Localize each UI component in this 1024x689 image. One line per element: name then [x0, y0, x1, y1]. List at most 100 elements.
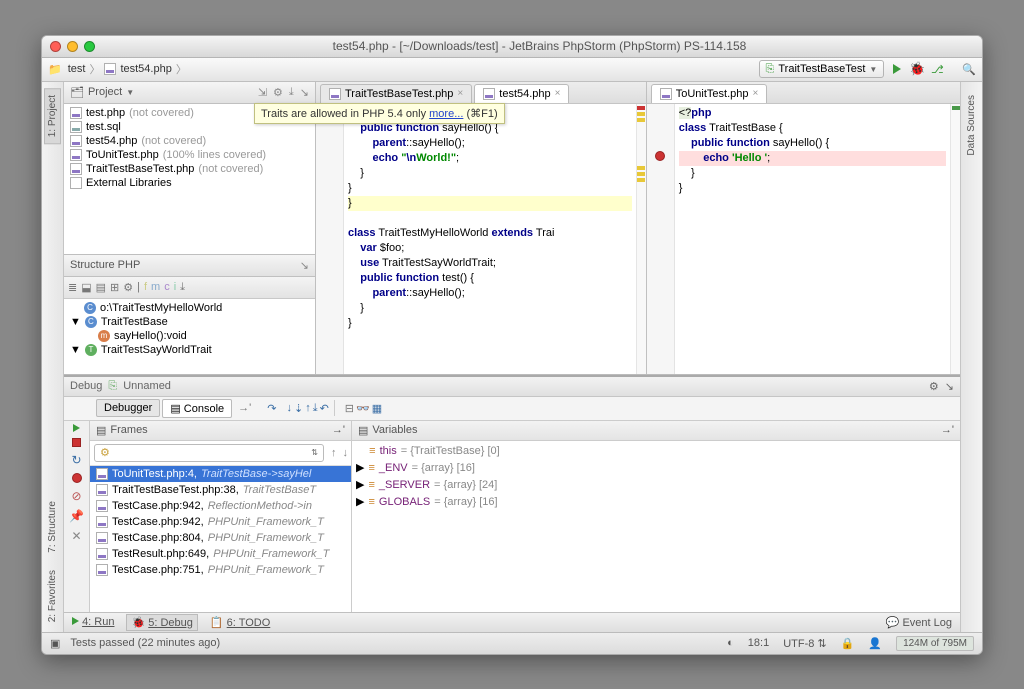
variable-row[interactable]: ▶ ≡ GLOBALS = {array} [16]	[356, 494, 956, 511]
stack-frame[interactable]: TestCase.php:942, ReflectionMethod->in	[90, 498, 351, 514]
debug-button[interactable]: 🐞	[910, 62, 924, 76]
code-area-right[interactable]: <?phpclass TraitTestBase { public functi…	[647, 104, 960, 374]
close-window-button[interactable]	[50, 41, 61, 52]
caret-position[interactable]: 18:1	[748, 637, 769, 649]
memory-indicator[interactable]: 124M of 795M	[896, 636, 974, 651]
gear-icon[interactable]: ⚙	[929, 380, 939, 393]
structure-item[interactable]: ▼ T TraitTestSayWorldTrait	[64, 343, 315, 357]
run-coverage-button[interactable]: ⎇	[930, 62, 944, 76]
tab-debugger[interactable]: Debugger	[96, 399, 160, 417]
close-tab-icon[interactable]: ×	[457, 88, 463, 99]
more-icon[interactable]: →'	[332, 424, 345, 436]
close-icon[interactable]: ✕	[71, 529, 81, 543]
close-tab-icon[interactable]: ×	[753, 88, 759, 99]
tab-debug[interactable]: 🐞 5: Debug	[126, 614, 197, 631]
search-icon[interactable]: 🔍	[962, 63, 976, 76]
step-over-icon[interactable]: ↷	[267, 402, 276, 415]
collapse-icon[interactable]: ⇲	[258, 86, 267, 99]
run-button[interactable]	[890, 62, 904, 76]
gutter-right[interactable]	[647, 104, 675, 374]
tool-tab-structure[interactable]: 7: Structure	[44, 494, 61, 560]
group-icon[interactable]: ⊞	[110, 281, 119, 294]
stack-frame[interactable]: TraitTestBaseTest.php:38, TraitTestBaseT	[90, 482, 351, 498]
breadcrumb-file[interactable]: test54.php	[120, 63, 171, 75]
stack-frame[interactable]: TestResult.php:649, PHPUnit_Framework_T	[90, 546, 351, 562]
breadcrumb[interactable]: test 〉 test54.php 〉	[68, 61, 187, 77]
variable-row[interactable]: ≡ this = {TraitTestBase} [0]	[356, 443, 956, 460]
gear-icon[interactable]: ⚙	[123, 281, 133, 294]
view-breakpoints-icon[interactable]	[72, 473, 82, 483]
bg-tasks-icon[interactable]: ◐	[727, 637, 734, 649]
evaluate-icon[interactable]: ⊟	[345, 402, 354, 415]
more-icon[interactable]: →'	[234, 402, 255, 414]
project-file[interactable]: TraitTestBaseTest.php (not covered)	[64, 162, 315, 176]
run-config-selector[interactable]: ⎘ TraitTestBaseTest ▼	[759, 60, 885, 78]
step-out-icon[interactable]: ↑	[305, 402, 311, 414]
stack-frame[interactable]: TestCase.php:804, PHPUnit_Framework_T	[90, 530, 351, 546]
lock-icon[interactable]: 🔒	[841, 637, 855, 650]
show-methods-icon[interactable]: m	[151, 281, 160, 293]
step-into-icon[interactable]: ↓	[286, 402, 292, 414]
project-tree[interactable]: test.php (not covered)test.sql test54.ph…	[64, 104, 315, 254]
filter-icon[interactable]: ⬓	[81, 281, 91, 294]
editor-tab[interactable]: TraitTestBaseTest.php×	[320, 84, 472, 103]
watches-icon[interactable]: 👓	[356, 402, 370, 415]
gutter-left[interactable]	[316, 104, 344, 374]
tool-tab-project[interactable]: 1: Project	[44, 88, 61, 144]
hide-icon[interactable]: ↘	[300, 86, 309, 99]
drop-frame-icon[interactable]: ↶	[320, 402, 329, 415]
show-consts-icon[interactable]: c	[164, 281, 170, 293]
project-file[interactable]: ToUnitTest.php (100% lines covered)	[64, 148, 315, 162]
show-fields-icon[interactable]: f	[144, 281, 147, 293]
hector-icon[interactable]: 👤	[868, 637, 882, 650]
next-frame-icon[interactable]: ↓	[340, 447, 352, 459]
expand-icon[interactable]: ▤	[96, 281, 106, 294]
structure-item[interactable]: ▼ C TraitTestBase	[64, 315, 315, 329]
variable-row[interactable]: ▶ ≡ _ENV = {array} [16]	[356, 460, 956, 477]
more-icon[interactable]: →'	[941, 424, 954, 436]
hide-icon[interactable]: ↘	[300, 259, 309, 272]
pin-icon[interactable]: 📌	[69, 509, 84, 523]
autoscroll-icon[interactable]: ⤓	[289, 86, 294, 99]
rerun-icon[interactable]: ↻	[71, 453, 81, 467]
autoscroll-icon[interactable]: ⤓	[180, 281, 185, 294]
structure-item[interactable]: m sayHello():void	[64, 329, 315, 343]
stack-frame[interactable]: TestCase.php:751, PHPUnit_Framework_T	[90, 562, 351, 578]
mute-breakpoints-icon[interactable]: ⊘	[71, 489, 81, 503]
variables-list[interactable]: ≡ this = {TraitTestBase} [0]▶ ≡ _ENV = {…	[352, 441, 960, 612]
tab-todo[interactable]: 📋 6: TODO	[210, 616, 270, 629]
chevron-down-icon[interactable]: ▼	[126, 88, 134, 97]
thread-selector[interactable]: ⚙ ⇅	[94, 444, 324, 462]
force-step-into-icon[interactable]: ⇣	[294, 402, 303, 415]
stop-icon[interactable]	[72, 438, 81, 447]
tab-console[interactable]: ▤ Console	[162, 399, 232, 418]
structure-item[interactable]: C o:\TraitTestMyHelloWorld	[64, 301, 315, 315]
settings-icon[interactable]: ⚙	[273, 86, 283, 99]
zoom-window-button[interactable]	[84, 41, 95, 52]
project-file[interactable]: External Libraries	[64, 176, 315, 190]
resume-icon[interactable]	[73, 424, 80, 432]
close-tab-icon[interactable]: ×	[555, 88, 561, 99]
sort-icon[interactable]: ≣	[68, 281, 77, 294]
layout-icon[interactable]: ▦	[372, 402, 382, 415]
prev-frame-icon[interactable]: ↑	[328, 447, 340, 459]
stack-frame[interactable]: TestCase.php:942, PHPUnit_Framework_T	[90, 514, 351, 530]
encoding-selector[interactable]: UTF-8 ⇅	[783, 637, 826, 650]
stack-frame[interactable]: ToUnitTest.php:4, TraitTestBase->sayHel	[90, 466, 351, 482]
breakpoint-icon[interactable]	[655, 151, 665, 161]
status-icon[interactable]: ▣	[50, 637, 60, 650]
run-to-cursor-icon[interactable]: ⤓	[313, 402, 318, 415]
hide-icon[interactable]: ↘	[945, 380, 954, 393]
code-area-left[interactable]: trait TraitTestSayWorldTrait { public fu…	[316, 104, 646, 374]
frames-list[interactable]: ToUnitTest.php:4, TraitTestBase->sayHelT…	[90, 466, 351, 612]
tooltip-more-link[interactable]: more...	[429, 108, 463, 120]
event-log-button[interactable]: 💬 Event Log	[886, 616, 952, 629]
tool-tab-data-sources[interactable]: Data Sources	[963, 88, 980, 163]
project-file[interactable]: test54.php (not covered)	[64, 134, 315, 148]
tool-tab-favorites[interactable]: 2: Favorites	[44, 563, 61, 629]
variable-row[interactable]: ▶ ≡ _SERVER = {array} [24]	[356, 477, 956, 494]
breadcrumb-root[interactable]: test	[68, 63, 86, 75]
minimize-window-button[interactable]	[67, 41, 78, 52]
editor-tab[interactable]: test54.php×	[474, 84, 569, 103]
show-inherit-icon[interactable]: i	[174, 281, 176, 293]
